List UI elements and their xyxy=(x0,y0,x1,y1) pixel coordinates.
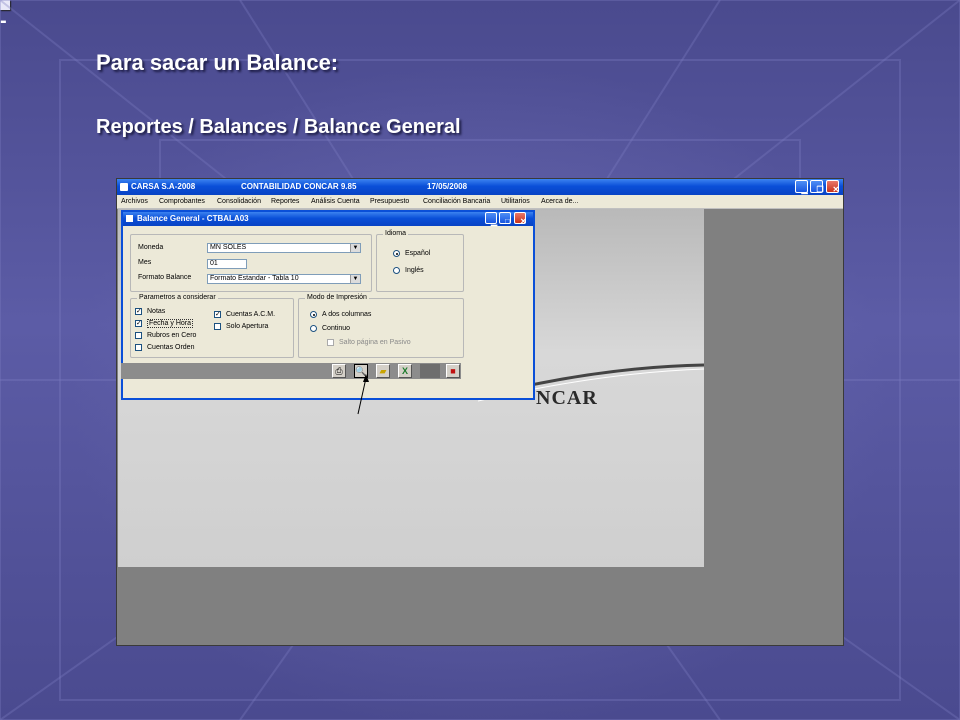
app-title-date: 17/05/2008 xyxy=(427,182,468,191)
app-menubar: Archivos Comprobantes Consolidación Repo… xyxy=(117,195,843,209)
cuentas-acm-label: Cuentas A.C.M. xyxy=(226,311,276,318)
formato-select[interactable]: Formato Estandar - Tabla 10 ▼ xyxy=(207,274,361,284)
modo-impresion-group-title: Modo de Impresión xyxy=(305,294,369,301)
minimize-button[interactable]: ▁ xyxy=(795,180,808,194)
exit-icon: ■ xyxy=(450,366,456,376)
toolbar-separator xyxy=(420,364,440,378)
slide-subheading: Reportes / Balances / Balance General xyxy=(96,116,461,138)
close-button[interactable]: ✕ xyxy=(826,180,840,194)
modo-continuo-label: Continuo xyxy=(322,325,351,332)
preview-button[interactable]: 🔍 xyxy=(354,364,368,378)
modo-continuo-radio[interactable] xyxy=(310,325,317,332)
chevron-down-icon[interactable]: ▼ xyxy=(350,244,360,252)
chevron-down-icon[interactable]: ▼ xyxy=(350,275,360,283)
close-icon: ✕ xyxy=(520,217,527,226)
rubros-cero-checkbox[interactable] xyxy=(135,332,142,339)
excel-button[interactable]: X xyxy=(398,364,412,378)
app-icon xyxy=(120,183,128,191)
menu-consolidacion[interactable]: Consolidación xyxy=(217,198,261,205)
dialog-maximize-button[interactable]: □ xyxy=(499,212,511,226)
minimize-icon: ▁ xyxy=(801,185,808,194)
formato-value: Formato Estandar - Tabla 10 xyxy=(210,275,299,282)
dialog-close-button[interactable]: ✕ xyxy=(514,212,527,226)
open-folder-button[interactable]: ▰ xyxy=(376,364,390,378)
cuentas-orden-checkbox[interactable] xyxy=(135,344,142,351)
dialog-icon xyxy=(126,215,133,222)
moneda-label: Moneda xyxy=(138,244,164,251)
concar-logo-text: NCAR xyxy=(536,387,598,409)
printer-button[interactable]: ⎙ xyxy=(332,364,346,378)
mes-label: Mes xyxy=(138,259,152,266)
maximize-icon: □ xyxy=(505,217,510,226)
formato-label: Formato Balance xyxy=(138,274,192,281)
moneda-select[interactable]: MN SOLES ▼ xyxy=(207,243,361,253)
cuentas-acm-checkbox[interactable]: ✓ xyxy=(214,311,221,318)
modo-dos-columnas-radio[interactable] xyxy=(310,311,317,318)
cuentas-orden-label: Cuentas Orden xyxy=(147,344,195,351)
excel-icon: X xyxy=(401,366,408,376)
parametros-group-title: Parametros a considerar xyxy=(137,294,218,301)
menu-presupuesto[interactable]: Presupuesto xyxy=(370,198,409,205)
idioma-ingles-radio[interactable] xyxy=(393,267,400,274)
dialog-minimize-button[interactable]: ▁ xyxy=(485,212,498,226)
idioma-espanol-radio[interactable] xyxy=(393,250,400,257)
salto-pagina-label: Salto página en Pasivo xyxy=(339,339,411,346)
preview-icon: 🔍 xyxy=(355,366,367,376)
mes-input[interactable]: 01 xyxy=(207,259,247,269)
app-title-bar[interactable]: CARSA S.A-2008 CONTABILIDAD CONCAR 9.85 … xyxy=(117,179,843,195)
dialog-title: Balance General - CTBALA03 xyxy=(137,214,249,223)
modo-dos-columnas-label: A dos columnas xyxy=(322,311,372,318)
menu-archivos[interactable]: Archivos xyxy=(121,198,148,205)
menu-conciliacion-bancaria[interactable]: Conciliación Bancaria xyxy=(423,198,490,205)
idioma-espanol-label: Español xyxy=(405,250,431,257)
menu-acerca-de[interactable]: Acerca de... xyxy=(541,198,578,205)
menu-analisis-cuenta[interactable]: Análisis Cuenta xyxy=(311,198,360,205)
close-icon: ✕ xyxy=(832,185,840,194)
notas-checkbox[interactable]: ✓ xyxy=(135,308,142,315)
app-title-company: CARSA S.A-2008 xyxy=(131,182,196,191)
fecha-hora-label: Fecha y Hora xyxy=(147,319,194,328)
idioma-ingles-label: Inglés xyxy=(405,267,424,274)
restore-icon: ❐ xyxy=(816,185,824,194)
printer-icon: ⎙ xyxy=(335,366,343,376)
idioma-group-title: Idioma xyxy=(383,230,409,237)
menu-reportes[interactable]: Reportes xyxy=(271,198,299,205)
moneda-value: MN SOLES xyxy=(210,244,247,251)
solo-apertura-label: Solo Apertura xyxy=(226,323,269,330)
open-folder-icon: ▰ xyxy=(379,366,387,376)
slide-heading: Para sacar un Balance: xyxy=(96,50,339,75)
menu-comprobantes[interactable]: Comprobantes xyxy=(159,198,205,205)
dialog-title-bar[interactable]: Balance General - CTBALA03 ▁ □ ✕ xyxy=(123,212,533,226)
app-title-name: CONTABILIDAD CONCAR 9.85 xyxy=(241,182,357,191)
fecha-hora-checkbox[interactable]: ✓ xyxy=(135,320,142,327)
rubros-cero-label: Rubros en Cero xyxy=(147,332,197,339)
minimize-icon: ▁ xyxy=(491,217,498,226)
restore-button[interactable]: ❐ xyxy=(810,180,824,194)
notas-label: Notas xyxy=(147,308,166,315)
salto-pagina-checkbox[interactable] xyxy=(327,339,334,346)
menu-utilitarios[interactable]: Utilitarios xyxy=(501,198,530,205)
exit-button[interactable]: ■ xyxy=(446,364,460,378)
solo-apertura-checkbox[interactable] xyxy=(214,323,221,330)
idioma-group: Idioma xyxy=(376,230,464,292)
